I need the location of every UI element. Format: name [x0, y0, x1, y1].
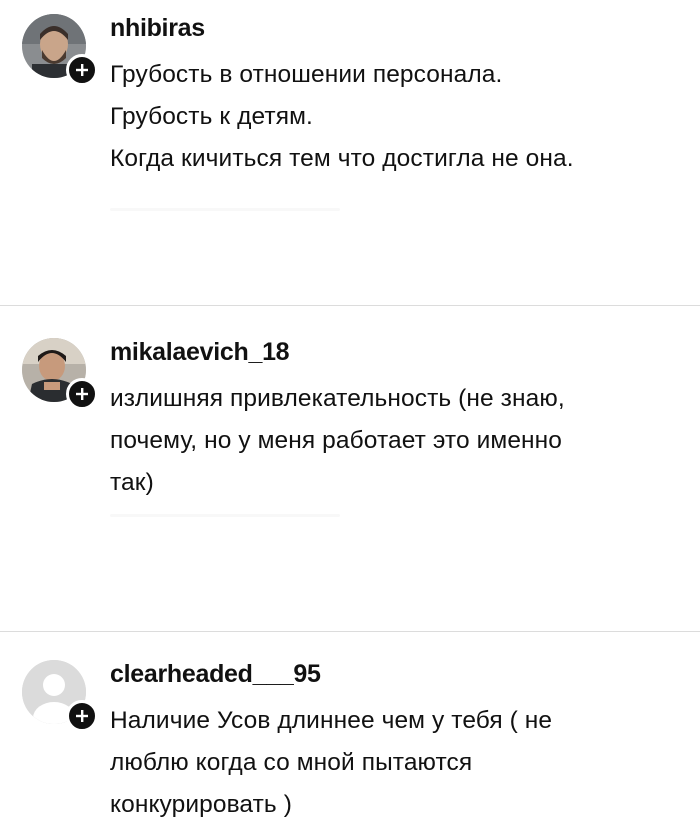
comment-item: clearheaded___95 Наличие Усов длиннее че… [0, 660, 700, 818]
comment-username[interactable]: mikalaevich_18 [110, 338, 290, 367]
comment-item: nhibiras Грубость в отношении персонала.… [0, 14, 700, 294]
faint-divider [110, 514, 340, 517]
follow-badge[interactable] [66, 700, 98, 732]
avatar-container[interactable] [22, 14, 98, 86]
follow-badge[interactable] [66, 54, 98, 86]
comment-text: Грубость в отношении персонала. Грубость… [110, 61, 574, 172]
comment-username[interactable]: nhibiras [110, 14, 205, 43]
follow-badge[interactable] [66, 378, 98, 410]
comment-text: Наличие Усов длиннее чем у тебя ( не люб… [110, 707, 553, 818]
comment-item: mikalaevich_18 излишняя привлекательност… [0, 338, 700, 618]
plus-icon [76, 710, 88, 722]
divider [0, 631, 700, 632]
comment-text: излишняя привлекательность (не знаю, поч… [110, 385, 565, 496]
faint-divider [110, 208, 340, 211]
comment-username[interactable]: clearheaded___95 [110, 660, 321, 689]
plus-icon [76, 64, 88, 76]
plus-icon [76, 388, 88, 400]
avatar-container[interactable] [22, 660, 98, 732]
avatar-container[interactable] [22, 338, 98, 410]
divider [0, 305, 700, 306]
